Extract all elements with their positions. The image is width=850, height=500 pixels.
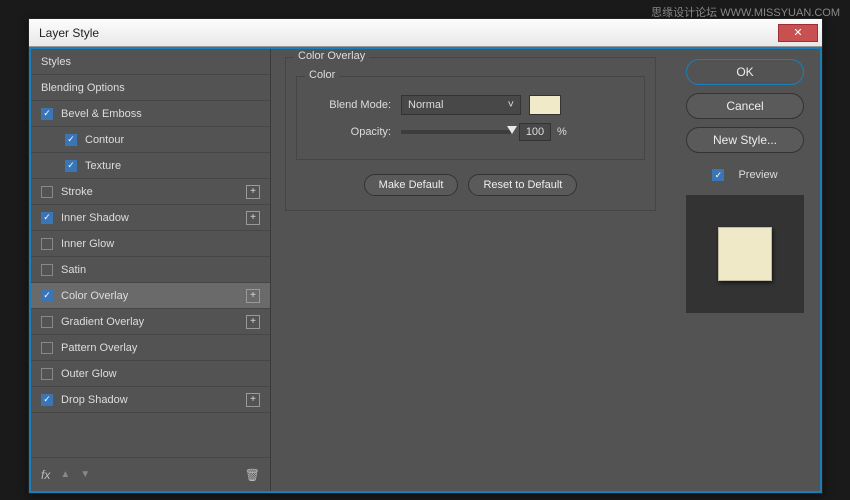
style-label: Bevel & Emboss [61,108,142,120]
preview-checkbox-row[interactable]: Preview [712,169,777,181]
style-checkbox[interactable] [65,134,77,146]
dialog-title: Layer Style [39,26,778,40]
fx-icon[interactable]: fx [41,468,50,482]
add-effect-icon[interactable]: + [246,185,260,199]
blending-options-item[interactable]: Blending Options [31,75,270,101]
opacity-unit: % [557,126,567,138]
style-label: Color Overlay [61,290,128,302]
style-label: Outer Glow [61,368,117,380]
style-label: Inner Glow [61,238,114,250]
slider-thumb-icon[interactable] [507,126,517,134]
style-item-inner-shadow[interactable]: Inner Shadow + [31,205,270,231]
action-panel: OK Cancel New Style... Preview [670,49,820,491]
style-checkbox[interactable] [41,316,53,328]
make-default-button[interactable]: Make Default [364,174,459,196]
style-item-color-overlay[interactable]: Color Overlay + [31,283,270,309]
watermark-text: 思缘设计论坛 WWW.MISSYUAN.COM [651,4,840,20]
style-checkbox[interactable] [41,108,53,120]
style-label: Satin [61,264,86,276]
style-label: Contour [85,134,124,146]
style-item-stroke[interactable]: Stroke + [31,179,270,205]
color-group-label: Color [305,69,339,81]
opacity-label: Opacity: [309,126,391,138]
style-checkbox[interactable] [41,394,53,406]
color-overlay-fieldset: Color Overlay Color Blend Mode: Normal˅ … [285,57,656,211]
style-item-gradient-overlay[interactable]: Gradient Overlay + [31,309,270,335]
cancel-button[interactable]: Cancel [686,93,804,119]
opacity-input[interactable]: 100 [519,123,551,141]
new-style-button[interactable]: New Style... [686,127,804,153]
add-effect-icon[interactable]: + [246,211,260,225]
style-label: Texture [85,160,121,172]
styles-footer: fx ▲ ▼ 🗑 [31,457,270,491]
preview-box [686,195,804,313]
color-group: Color Blend Mode: Normal˅ Opacity: 100 % [296,76,645,160]
style-checkbox[interactable] [41,368,53,380]
add-effect-icon[interactable]: + [246,289,260,303]
add-effect-icon[interactable]: + [246,315,260,329]
style-item-texture[interactable]: Texture [31,153,270,179]
reset-default-button[interactable]: Reset to Default [468,174,577,196]
style-checkbox[interactable] [41,238,53,250]
add-effect-icon[interactable]: + [246,393,260,407]
style-item-drop-shadow[interactable]: Drop Shadow + [31,387,270,413]
style-item-satin[interactable]: Satin [31,257,270,283]
style-item-inner-glow[interactable]: Inner Glow [31,231,270,257]
style-label: Drop Shadow [61,394,128,406]
close-button[interactable]: ✕ [778,24,818,42]
styles-header[interactable]: Styles [31,49,270,75]
style-label: Stroke [61,186,93,198]
dialog-body: Styles Blending Options Bevel & Emboss Co… [29,47,822,493]
preview-tile [718,227,772,281]
section-title: Color Overlay [294,50,369,62]
style-checkbox[interactable] [65,160,77,172]
style-checkbox[interactable] [41,290,53,302]
style-checkbox[interactable] [41,342,53,354]
style-item-pattern-overlay[interactable]: Pattern Overlay [31,335,270,361]
styles-list-panel: Styles Blending Options Bevel & Emboss Co… [31,49,271,491]
style-item-contour[interactable]: Contour [31,127,270,153]
blend-mode-label: Blend Mode: [309,99,391,111]
trash-icon[interactable]: 🗑 [245,468,260,482]
preview-label: Preview [738,169,777,181]
layer-style-dialog: Layer Style ✕ Styles Blending Options Be… [28,18,823,494]
settings-panel: Color Overlay Color Blend Mode: Normal˅ … [271,49,670,491]
color-swatch[interactable] [529,95,561,115]
style-checkbox[interactable] [41,212,53,224]
style-label: Inner Shadow [61,212,129,224]
titlebar: Layer Style ✕ [29,19,822,47]
style-checkbox[interactable] [41,264,53,276]
style-label: Pattern Overlay [61,342,137,354]
style-item-bevel-emboss[interactable]: Bevel & Emboss [31,101,270,127]
preview-checkbox[interactable] [712,169,724,181]
ok-button[interactable]: OK [686,59,804,85]
arrow-down-icon[interactable]: ▼ [80,469,90,480]
blend-mode-select[interactable]: Normal˅ [401,95,521,115]
opacity-slider[interactable] [401,130,511,134]
style-item-outer-glow[interactable]: Outer Glow [31,361,270,387]
style-checkbox[interactable] [41,186,53,198]
chevron-down-icon: ˅ [508,99,514,111]
arrow-up-icon[interactable]: ▲ [60,469,70,480]
style-label: Gradient Overlay [61,316,144,328]
